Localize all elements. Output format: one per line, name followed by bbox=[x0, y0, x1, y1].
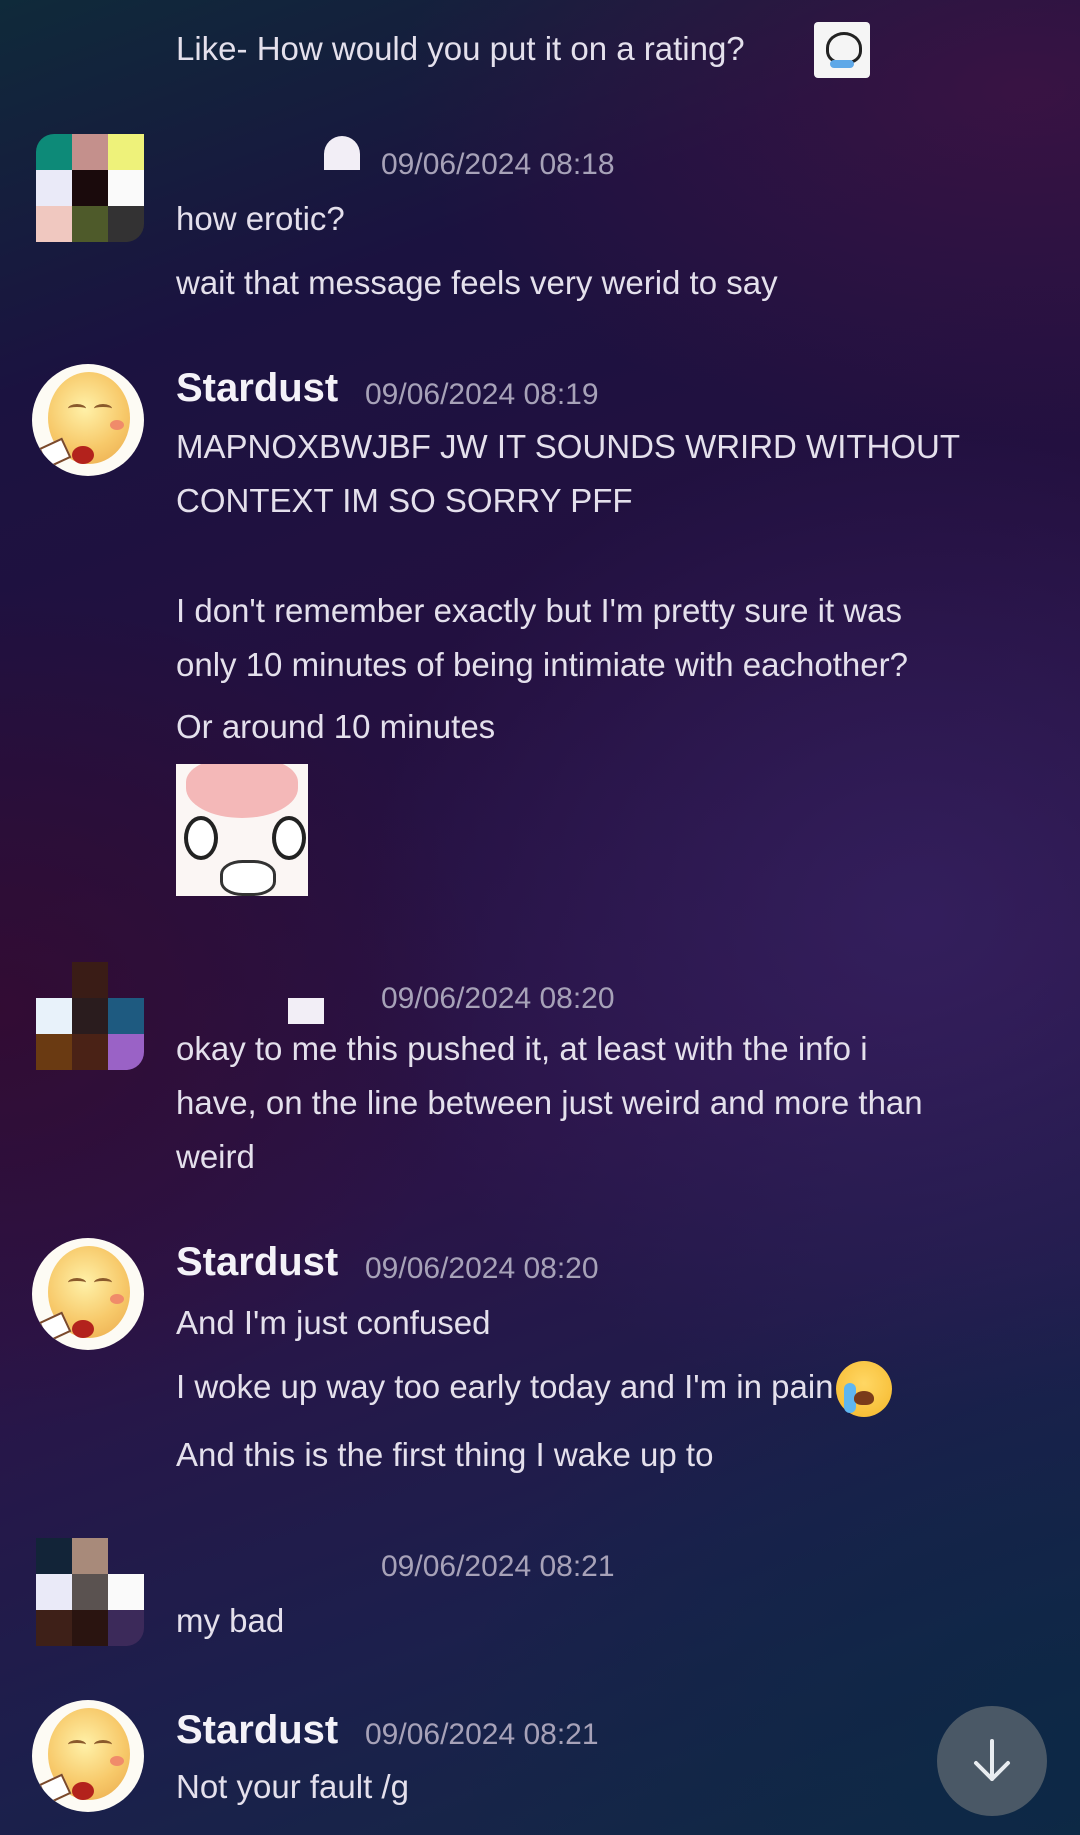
message-text: CONTEXT IM SO SORRY PFF bbox=[176, 482, 633, 519]
message-timestamp: 09/06/2024 08:21 bbox=[365, 1718, 599, 1751]
message-text: I don't remember exactly but I'm pretty … bbox=[176, 592, 903, 629]
message-timestamp: 09/06/2024 08:18 bbox=[381, 148, 615, 181]
avatar[interactable] bbox=[36, 1538, 144, 1646]
avatar[interactable] bbox=[36, 134, 144, 242]
message-text: Not your fault /g bbox=[176, 1768, 409, 1805]
message-timestamp: 09/06/2024 08:20 bbox=[365, 1252, 599, 1285]
username[interactable]: Stardust bbox=[176, 1708, 338, 1753]
loudly-crying-face-icon[interactable] bbox=[835, 1361, 892, 1418]
arrow-down-icon bbox=[974, 1739, 1010, 1781]
redacted-username bbox=[288, 998, 324, 1024]
message-text: And I'm just confused bbox=[176, 1304, 491, 1341]
message-text: I woke up way too early today and I'm in… bbox=[176, 1360, 892, 1418]
chat-message-list: Like- How would you put it on a rating? … bbox=[0, 0, 1080, 1835]
message-text-span: I woke up way too early today and I'm in… bbox=[176, 1368, 834, 1405]
username[interactable]: Stardust bbox=[176, 366, 338, 411]
avatar[interactable] bbox=[36, 962, 144, 1070]
username[interactable]: Stardust bbox=[176, 1240, 338, 1285]
message-text: only 10 minutes of being intimiate with … bbox=[176, 646, 908, 683]
scroll-to-bottom-button[interactable] bbox=[937, 1706, 1047, 1816]
avatar[interactable] bbox=[32, 364, 144, 476]
message-timestamp: 09/06/2024 08:19 bbox=[365, 378, 599, 411]
message-text: Like- How would you put it on a rating? bbox=[176, 30, 745, 67]
avatar[interactable] bbox=[32, 1238, 144, 1350]
message-text: Or around 10 minutes bbox=[176, 708, 496, 745]
message-text: weird bbox=[176, 1138, 255, 1175]
message-timestamp: 09/06/2024 08:21 bbox=[381, 1550, 615, 1583]
message-timestamp: 09/06/2024 08:20 bbox=[381, 982, 615, 1015]
redacted-username bbox=[324, 136, 360, 170]
skull-crying-sticker-icon[interactable] bbox=[814, 22, 870, 78]
message-text: And this is the first thing I wake up to bbox=[176, 1436, 714, 1473]
message-text: MAPNOXBWJBF JW IT SOUNDS WRIRD WITHOUT bbox=[176, 428, 961, 465]
message-text: have, on the line between just weird and… bbox=[176, 1084, 923, 1121]
avatar[interactable] bbox=[32, 1700, 144, 1812]
message-text: okay to me this pushed it, at least with… bbox=[176, 1030, 868, 1067]
message-text: my bad bbox=[176, 1602, 285, 1639]
message-text: wait that message feels very werid to sa… bbox=[176, 264, 778, 301]
message-text: how erotic? bbox=[176, 200, 345, 237]
anime-girl-reaction-image[interactable] bbox=[176, 764, 308, 896]
